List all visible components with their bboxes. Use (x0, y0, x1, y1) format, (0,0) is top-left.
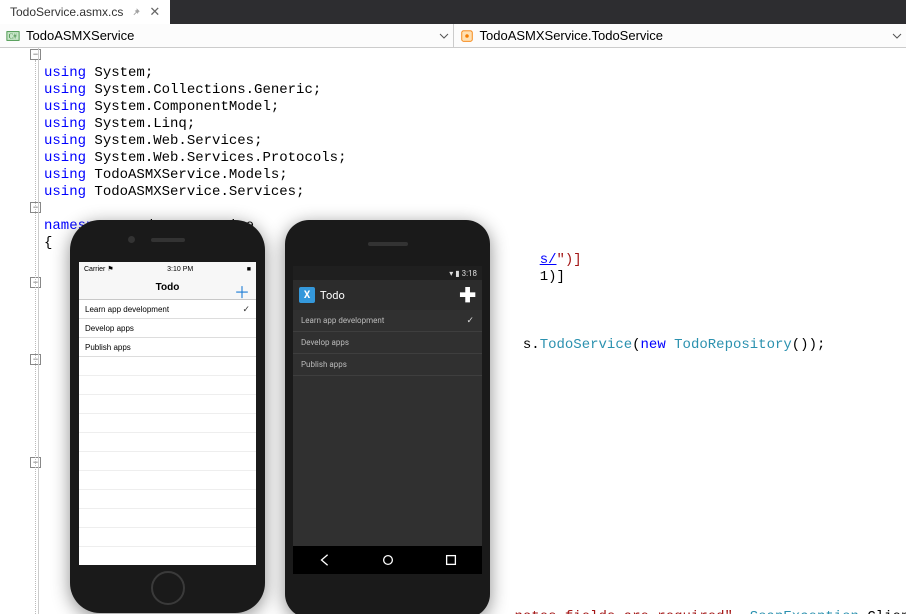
android-speaker (368, 242, 408, 246)
pin-icon[interactable] (131, 7, 141, 17)
status-time: 3:10 PM (167, 266, 193, 273)
type-dropdown-text: TodoASMXService (26, 28, 134, 43)
kw-using: using (44, 116, 86, 132)
ios-title: Todo (156, 282, 180, 293)
iphone-home-button[interactable] (151, 571, 185, 605)
android-app-bar: X Todo ✚ (293, 280, 482, 310)
member-nav-bar: C# TodoASMXService TodoASMXService.TodoS… (0, 24, 906, 48)
using-ns: System.ComponentModel (94, 99, 270, 115)
list-item[interactable]: Develop apps (293, 332, 482, 354)
tab-close-button[interactable]: ✕ (149, 4, 160, 20)
chevron-down-icon (439, 31, 449, 41)
using-ns: System.Linq (94, 116, 186, 132)
svg-text:C#: C# (9, 32, 18, 40)
using-ns: System.Web.Services (94, 133, 254, 149)
type: SoapException (750, 609, 859, 614)
using-ns: System.Web.Services.Protocols (94, 150, 338, 166)
tab-filename: TodoService.asmx.cs (10, 5, 123, 19)
android-back-icon[interactable] (318, 553, 332, 567)
list-item[interactable]: Publish apps (293, 354, 482, 376)
using-ns: TodoASMXService.Models (94, 167, 279, 183)
kw-using: using (44, 82, 86, 98)
android-home-icon[interactable] (381, 553, 395, 567)
type: TodoRepository (674, 337, 792, 353)
member-dropdown-text: TodoASMXService.TodoService (480, 28, 664, 43)
xamarin-logo-icon: X (299, 287, 315, 303)
list-item[interactable]: Develop apps (79, 319, 256, 338)
kw-using: using (44, 133, 86, 149)
iphone-screen: Carrier ⚑ 3:10 PM ■ Todo ＋ Learn app dev… (79, 262, 256, 565)
kw-using: using (44, 99, 86, 115)
string-tail: notes fields are required" (514, 609, 732, 614)
type: TodoService (540, 337, 632, 353)
ios-status-bar: Carrier ⚑ 3:10 PM ■ (79, 262, 256, 276)
android-add-button[interactable]: ✚ (459, 283, 476, 307)
iphone-mockup: Carrier ⚑ 3:10 PM ■ Todo ＋ Learn app dev… (70, 220, 265, 613)
class-icon (460, 29, 474, 43)
list-item[interactable]: Publish apps (79, 338, 256, 357)
member-dropdown[interactable]: TodoASMXService.TodoService (454, 24, 906, 47)
kw-using: using (44, 65, 86, 81)
kw-using: using (44, 184, 86, 200)
attr-tail: ")] (557, 252, 582, 268)
list-item[interactable]: Learn app development✓ (293, 310, 482, 332)
android-list[interactable]: Learn app development✓ Develop apps Publ… (293, 310, 482, 546)
document-tab-active[interactable]: TodoService.asmx.cs ✕ (0, 0, 170, 24)
android-nav-bar (293, 546, 482, 574)
android-mockup: ▾ ▮ 3:18 X Todo ✚ Learn app development✓… (285, 220, 490, 614)
outline-guide (35, 60, 36, 614)
ios-list[interactable]: Learn app development✓ Develop apps Publ… (79, 300, 256, 565)
status-battery: ■ (247, 266, 251, 273)
check-icon: ✓ (242, 304, 250, 315)
app-bar-brand: X Todo (299, 287, 345, 303)
code-editor[interactable]: − − − − − using System; using System.Col… (0, 48, 906, 614)
using-ns: System (94, 65, 144, 81)
iphone-speaker (151, 238, 185, 242)
kw-using: using (44, 167, 86, 183)
attr-tail: 1)] (540, 269, 565, 285)
status-icons: ▾ ▮ 3:18 (449, 269, 477, 278)
type-dropdown[interactable]: C# TodoASMXService (0, 24, 454, 47)
android-recent-icon[interactable] (444, 553, 458, 567)
phone-mockups-overlay: Carrier ⚑ 3:10 PM ■ Todo ＋ Learn app dev… (70, 220, 490, 614)
status-carrier: Carrier ⚑ (84, 265, 114, 273)
using-ns: System.Collections.Generic (94, 82, 312, 98)
kw-using: using (44, 150, 86, 166)
frag: s. (523, 337, 540, 353)
csharp-project-icon: C# (6, 29, 20, 43)
using-ns: TodoASMXService.Services (94, 184, 296, 200)
chevron-down-icon (892, 31, 902, 41)
link-fragment[interactable]: s/ (540, 252, 557, 268)
check-icon: ✓ (466, 316, 474, 326)
member: .ClientFaultCode); (859, 609, 906, 614)
android-status-bar: ▾ ▮ 3:18 (293, 266, 482, 280)
brace: { (44, 235, 52, 251)
editor-gutter: − − − − − (0, 48, 38, 614)
android-screen: ▾ ▮ 3:18 X Todo ✚ Learn app development✓… (293, 266, 482, 574)
ios-add-button[interactable]: ＋ (234, 279, 250, 303)
list-item[interactable]: Learn app development✓ (79, 300, 256, 319)
ios-nav-bar: Todo ＋ (79, 276, 256, 300)
android-title: Todo (320, 289, 345, 302)
iphone-camera (128, 236, 135, 243)
document-tabstrip: TodoService.asmx.cs ✕ (0, 0, 906, 24)
